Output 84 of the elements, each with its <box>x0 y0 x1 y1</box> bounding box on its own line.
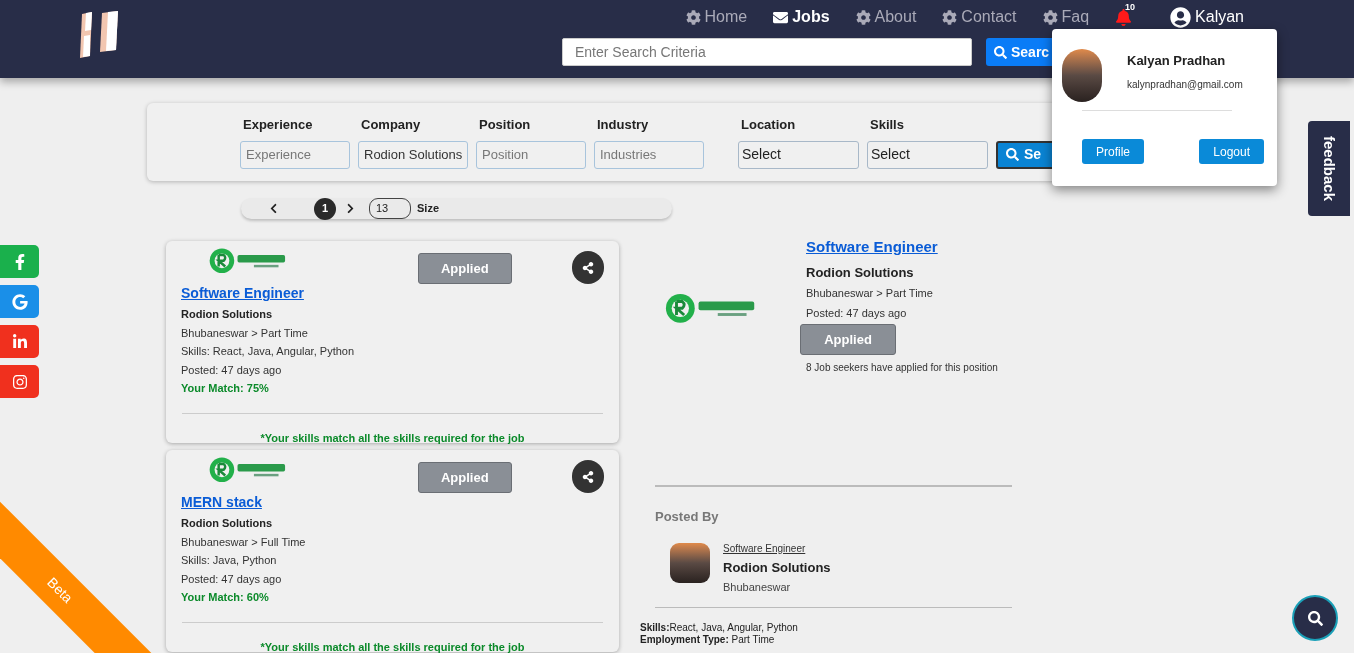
search-field[interactable]: Enter Search Criteria <box>562 38 972 66</box>
feedback-tab[interactable]: feedback <box>1308 121 1350 216</box>
applied-button[interactable]: Applied <box>418 462 512 493</box>
bell-icon[interactable] <box>1115 8 1133 26</box>
job-location: Bhubaneswar > Part Time <box>806 286 933 301</box>
job-skills: Skills:React, Java, Angular, Python <box>640 621 799 634</box>
posted-date: Posted: 47 days ago <box>806 305 907 321</box>
skills-match-note: *Your skills match all the skills required for the job <box>260 639 525 653</box>
company-name: Rodion Solutions <box>806 263 914 282</box>
poster-role-link[interactable]: Software Engineer <box>723 540 831 556</box>
social-button[interactable] <box>0 325 39 358</box>
nav-link[interactable]: Jobs <box>773 5 830 29</box>
poster-city: Bhubaneswar <box>723 580 792 595</box>
social-button[interactable] <box>0 365 39 398</box>
applied-button[interactable]: Applied <box>800 324 896 355</box>
search-icon <box>1307 610 1323 626</box>
search-icon <box>994 45 1007 59</box>
skills-match-note: *Your skills match all the skills required for the job <box>260 430 525 446</box>
floating-search-button[interactable] <box>1292 595 1338 641</box>
job-title-link[interactable]: MERN stack <box>181 492 262 513</box>
user-menu-link[interactable]: Kalyan <box>1170 5 1244 29</box>
filter-label: Company <box>360 116 422 135</box>
filter-label: Industry <box>596 116 650 135</box>
instagram-icon <box>11 373 28 390</box>
share-icon <box>581 470 594 483</box>
gear-icon <box>685 9 701 25</box>
filter-field[interactable]: Industries <box>594 140 704 169</box>
posted-date: Posted: 47 days ago <box>181 571 283 587</box>
nav-link[interactable]: Faq <box>1042 5 1090 29</box>
nav-link[interactable]: Contact <box>942 5 1017 29</box>
filter-label: Location <box>740 116 797 135</box>
poster-company: Rodion Solutions <box>723 558 831 577</box>
photo-placeholder <box>670 542 710 583</box>
page-size-field[interactable]: 13 <box>369 198 411 219</box>
google-icon <box>11 293 28 310</box>
nav-link[interactable]: About <box>855 5 917 29</box>
linkedin-icon <box>11 333 28 350</box>
share-icon <box>581 261 594 274</box>
job-card[interactable]: Applied MERN stack Rodion Solutions Bhubaneswar > Full Time Skills: Java, Python Posted: 47 days ago Your Match: 60% *Your skills match all the skills required for the job <box>166 450 619 652</box>
previous-page-icon[interactable] <box>269 203 278 214</box>
filter-field[interactable]: Experience <box>240 140 350 169</box>
envelope-icon <box>773 9 789 25</box>
notification-count: 10 <box>1125 0 1136 14</box>
share-button[interactable] <box>571 460 604 493</box>
company-name: Rodion Solutions <box>181 307 274 322</box>
photo-placeholder <box>1062 49 1102 102</box>
gear-icon <box>942 9 958 25</box>
company-name: Rodion Solutions <box>181 516 274 531</box>
job-card[interactable]: Applied Software Engineer Rodion Solutions Bhubaneswar > Part Time Skills: React, Java, Angular, Python Posted: 47 days ago Your Match: 75% *Your skills match all the skills required for the job <box>166 241 619 443</box>
applicant-count: 8 Job seekers have applied for this position <box>806 361 998 375</box>
job-title-link[interactable]: Software Engineer <box>181 283 304 304</box>
filter-field[interactable]: Rodion Solutions <box>358 140 468 169</box>
filter-label: Position <box>478 116 532 135</box>
filter-label: Skills <box>869 116 905 135</box>
share-button[interactable] <box>571 251 604 284</box>
job-skills: Skills: React, Java, Angular, Python <box>181 344 356 359</box>
social-button[interactable] <box>0 285 39 318</box>
select-field[interactable]: Select <box>738 140 859 169</box>
match-score: Your Match: 75% <box>181 381 270 396</box>
size-label: Size <box>417 201 439 217</box>
job-title-link[interactable]: Software Engineer <box>806 236 938 259</box>
page-number[interactable]: 1 <box>314 197 336 220</box>
posted-by-heading: Posted By <box>655 508 720 526</box>
nav-link[interactable]: Home <box>685 5 748 29</box>
select-field[interactable]: Select <box>867 140 988 169</box>
user-email: kalynpradhan@gmail.com <box>1127 77 1243 92</box>
menu-button[interactable]: Logout <box>1199 139 1264 164</box>
next-page-icon[interactable] <box>346 203 355 214</box>
job-skills: Skills: Java, Python <box>181 553 278 568</box>
gear-icon <box>1042 9 1058 25</box>
filter-label: Experience <box>242 116 314 135</box>
gear-icon <box>855 9 871 25</box>
job-location: Bhubaneswar > Full Time <box>181 534 307 550</box>
filter-field[interactable]: Position <box>476 140 586 169</box>
user-name: Kalyan Pradhan <box>1127 52 1227 70</box>
menu-button[interactable]: Profile <box>1082 139 1144 164</box>
posted-date: Posted: 47 days ago <box>181 362 283 378</box>
search-icon <box>1006 148 1019 162</box>
applied-button[interactable]: Applied <box>418 253 512 284</box>
employment-type: Employment Type: Part Time <box>640 633 776 646</box>
site-logo[interactable] <box>78 10 120 58</box>
job-location: Bhubaneswar > Part Time <box>181 325 309 341</box>
match-score: Your Match: 60% <box>181 590 270 605</box>
social-button[interactable] <box>0 245 39 278</box>
